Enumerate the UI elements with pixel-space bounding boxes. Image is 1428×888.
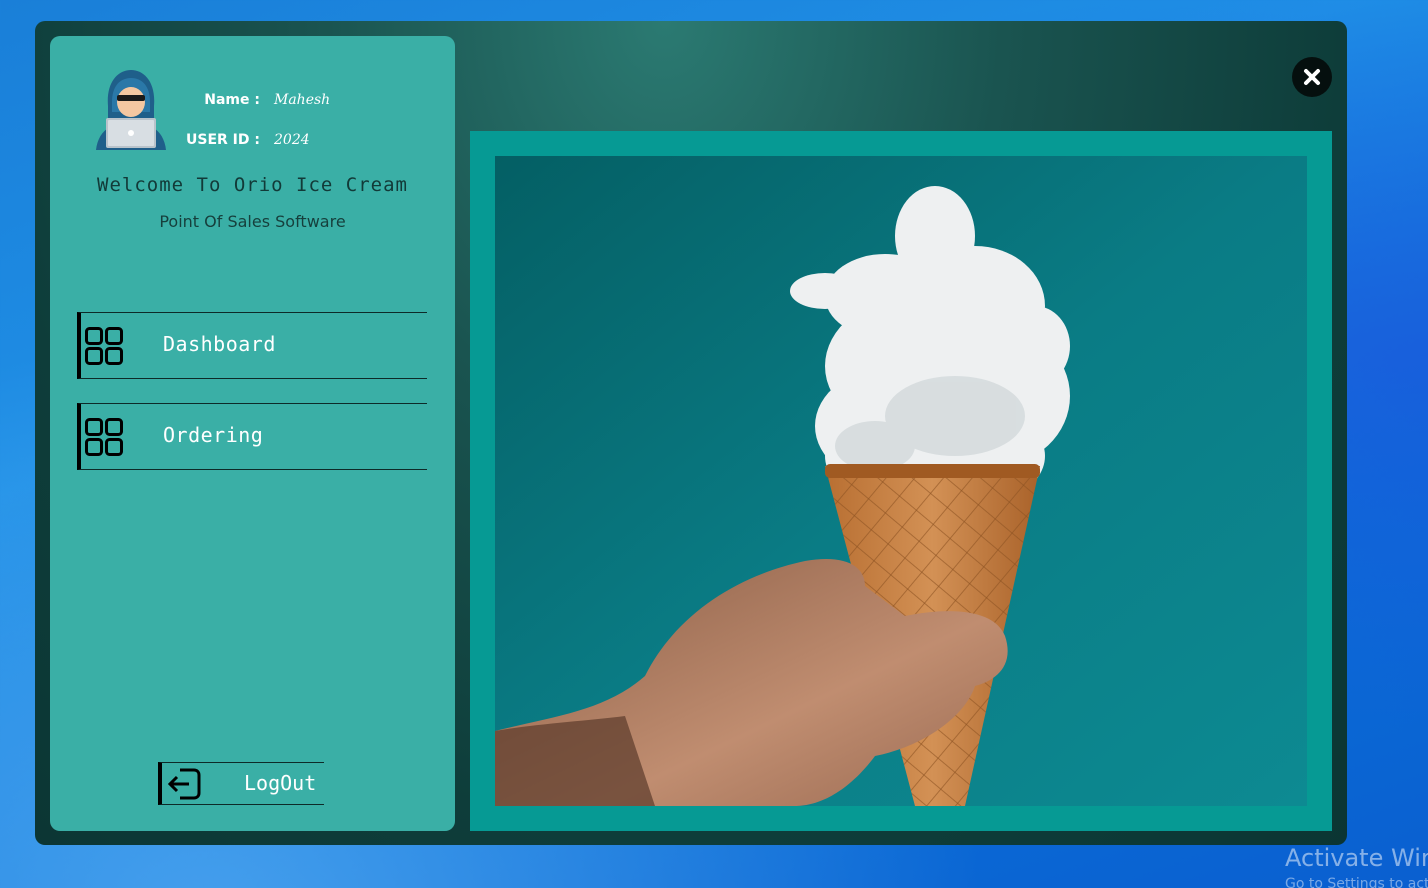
user-id-value: 2024 xyxy=(274,132,310,148)
logout-icon xyxy=(167,768,201,800)
ice-cream-cloud-image xyxy=(495,156,1307,806)
app-window: Name : Mahesh USER ID : 2024 Welcome To … xyxy=(35,21,1347,845)
app-subtitle: Point Of Sales Software xyxy=(159,212,346,231)
activate-windows-watermark: Activate Windows xyxy=(1285,844,1428,872)
nav-label-dashboard: Dashboard xyxy=(163,332,276,356)
user-id-row: USER ID : 2024 xyxy=(160,132,310,148)
close-button[interactable] xyxy=(1292,57,1332,97)
sidebar: Name : Mahesh USER ID : 2024 Welcome To … xyxy=(50,36,455,831)
logout-label: LogOut xyxy=(244,771,317,795)
user-name-row: Name : Mahesh xyxy=(160,92,330,108)
nav-label-ordering: Ordering xyxy=(163,423,264,447)
nav-item-dashboard[interactable]: Dashboard xyxy=(77,312,427,379)
user-id-label: USER ID : xyxy=(186,132,260,148)
nav-item-ordering[interactable]: Ordering xyxy=(77,403,427,470)
close-icon xyxy=(1304,69,1320,85)
hero-image-frame xyxy=(470,131,1332,831)
welcome-title: Welcome To Orio Ice Cream xyxy=(97,174,408,196)
logout-button[interactable]: LogOut xyxy=(158,762,324,805)
user-avatar-icon xyxy=(96,70,166,150)
activate-windows-subtext: Go to Settings to activate Windows. xyxy=(1285,876,1428,888)
name-label: Name : xyxy=(204,92,260,108)
name-value: Mahesh xyxy=(274,92,331,108)
grid-icon xyxy=(85,327,123,365)
grid-icon xyxy=(85,418,123,456)
